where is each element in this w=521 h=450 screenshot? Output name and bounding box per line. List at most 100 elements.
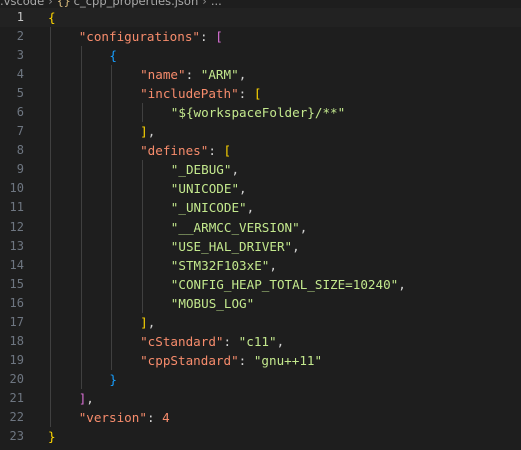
indent-guide bbox=[80, 217, 82, 237]
code-content: "MOBUS_LOG" bbox=[171, 294, 254, 313]
code-line[interactable]: 1{ bbox=[0, 8, 521, 28]
line-number: 11 bbox=[9, 200, 24, 215]
breadcrumb-section[interactable]: ... bbox=[211, 0, 222, 8]
indent-guide bbox=[50, 141, 51, 161]
indent-guide bbox=[50, 236, 51, 256]
code-token: , bbox=[239, 181, 247, 197]
line-number: 3 bbox=[16, 48, 24, 63]
indent-guide bbox=[142, 103, 144, 123]
indent-guide bbox=[142, 198, 144, 218]
code-line[interactable]: 14 "STM32F103xE", bbox=[0, 255, 521, 275]
code-content: "includePath": [ bbox=[140, 84, 261, 103]
line-number: 19 bbox=[9, 352, 24, 367]
code-line[interactable]: 22 "version": 4 bbox=[0, 407, 521, 428]
indent-guide bbox=[50, 65, 51, 85]
indent-guide bbox=[142, 217, 144, 237]
code-token: , bbox=[238, 67, 247, 83]
code-line[interactable]: 10 "UNICODE", bbox=[0, 179, 521, 199]
code-token: : bbox=[223, 333, 239, 349]
code-line[interactable]: 4 "name": "ARM", bbox=[0, 65, 521, 85]
code-token: , bbox=[147, 124, 156, 140]
code-token: { bbox=[109, 48, 117, 64]
indent-guide bbox=[80, 236, 82, 256]
code-token: "CONFIG_HEAP_TOTAL_SIZE=10240" bbox=[170, 276, 399, 292]
code-token: "UNICODE" bbox=[170, 181, 240, 197]
line-number: 12 bbox=[9, 219, 24, 234]
line-number: 5 bbox=[16, 86, 24, 101]
indent-guide bbox=[50, 46, 51, 66]
code-line[interactable]: 13 "USE_HAL_DRIVER", bbox=[0, 236, 521, 256]
indent-guide bbox=[111, 236, 113, 256]
breadcrumb: .vscode ›{} c_cpp_properties.json ›... bbox=[0, 0, 521, 8]
indent-guide bbox=[80, 255, 82, 275]
line-number: 2 bbox=[16, 29, 24, 44]
code-line[interactable]: 2 "configurations": [ bbox=[0, 27, 521, 47]
code-line[interactable]: 11 "_UNICODE", bbox=[0, 198, 521, 218]
indent-guide bbox=[80, 198, 82, 218]
indent-guide bbox=[50, 122, 51, 142]
code-token: "USE_HAL_DRIVER" bbox=[170, 238, 293, 254]
code-token: , bbox=[246, 200, 255, 216]
code-token: 4 bbox=[162, 409, 170, 425]
indent-guide bbox=[80, 65, 82, 85]
breadcrumb-folder[interactable]: .vscode bbox=[0, 0, 44, 8]
code-token: : bbox=[238, 86, 254, 102]
code-line[interactable]: 18 "cStandard": "c11", bbox=[0, 331, 521, 351]
code-line[interactable]: 5 "includePath": [ bbox=[0, 84, 521, 104]
indent-guide bbox=[50, 179, 51, 199]
indent-guide bbox=[111, 312, 113, 332]
indent-guide bbox=[80, 160, 82, 180]
code-line[interactable]: 16 "MOBUS_LOG" bbox=[0, 293, 521, 313]
line-number: 16 bbox=[9, 295, 24, 310]
indent-guide bbox=[50, 198, 51, 218]
indent-guide bbox=[50, 369, 51, 389]
code-line[interactable]: 19 "cppStandard": "gnu++11" bbox=[0, 350, 521, 370]
indent-guide bbox=[111, 255, 113, 275]
indent-guide bbox=[80, 84, 82, 104]
code-token: : bbox=[200, 29, 216, 45]
indent-guide bbox=[50, 388, 51, 408]
indent-guide bbox=[80, 179, 82, 199]
code-line[interactable]: 20} bbox=[0, 369, 521, 389]
code-content: ], bbox=[79, 389, 94, 408]
code-line[interactable]: 23} bbox=[0, 427, 521, 446]
line-number: 4 bbox=[16, 67, 24, 82]
breadcrumb-file[interactable]: c_cpp_properties.json bbox=[74, 0, 199, 8]
code-line[interactable]: 12 "__ARMCC_VERSION", bbox=[0, 217, 521, 237]
code-line[interactable]: 15 "CONFIG_HEAP_TOTAL_SIZE=10240", bbox=[0, 274, 521, 294]
code-token: "__ARMCC_VERSION" bbox=[170, 219, 300, 235]
code-token: : bbox=[185, 67, 201, 83]
code-token: , bbox=[147, 314, 156, 330]
code-line[interactable]: 8 "defines": [ bbox=[0, 141, 521, 161]
line-number: 14 bbox=[9, 257, 24, 272]
code-line[interactable]: 17], bbox=[0, 312, 521, 332]
code-content: "UNICODE", bbox=[171, 179, 247, 198]
code-token: "STM32F103xE" bbox=[170, 257, 270, 273]
code-line[interactable]: 9 "_DEBUG", bbox=[0, 160, 521, 180]
code-line[interactable]: 7], bbox=[0, 122, 521, 142]
code-line[interactable]: 3{ bbox=[0, 46, 521, 66]
code-content: { bbox=[48, 8, 56, 27]
code-content: ], bbox=[140, 313, 155, 332]
indent-guide bbox=[50, 255, 51, 275]
code-content: "cStandard": "c11", bbox=[140, 332, 284, 351]
code-token: [ bbox=[215, 29, 223, 45]
code-token: } bbox=[48, 429, 56, 445]
indent-guide bbox=[142, 274, 144, 294]
indent-guide bbox=[111, 84, 113, 104]
code-editor[interactable]: 1{2 "configurations": [3{4 "name": "ARM", 5… bbox=[0, 8, 521, 446]
code-token: [ bbox=[253, 86, 262, 102]
code-token: "MOBUS_LOG" bbox=[170, 295, 255, 311]
indent-guide bbox=[80, 293, 82, 313]
indent-guide bbox=[80, 312, 82, 332]
code-token: , bbox=[398, 276, 406, 292]
code-line[interactable]: 6 "${workspaceFolder}/**" bbox=[0, 103, 521, 123]
code-line[interactable]: 21], bbox=[0, 388, 521, 408]
code-content: { bbox=[109, 46, 117, 65]
indent-guide bbox=[80, 350, 82, 370]
json-braces-icon: {} bbox=[56, 0, 71, 8]
code-token: [ bbox=[223, 143, 232, 159]
code-content: "${workspaceFolder}/**" bbox=[171, 103, 345, 122]
code-token: : bbox=[146, 409, 163, 425]
line-number: 21 bbox=[9, 390, 24, 405]
